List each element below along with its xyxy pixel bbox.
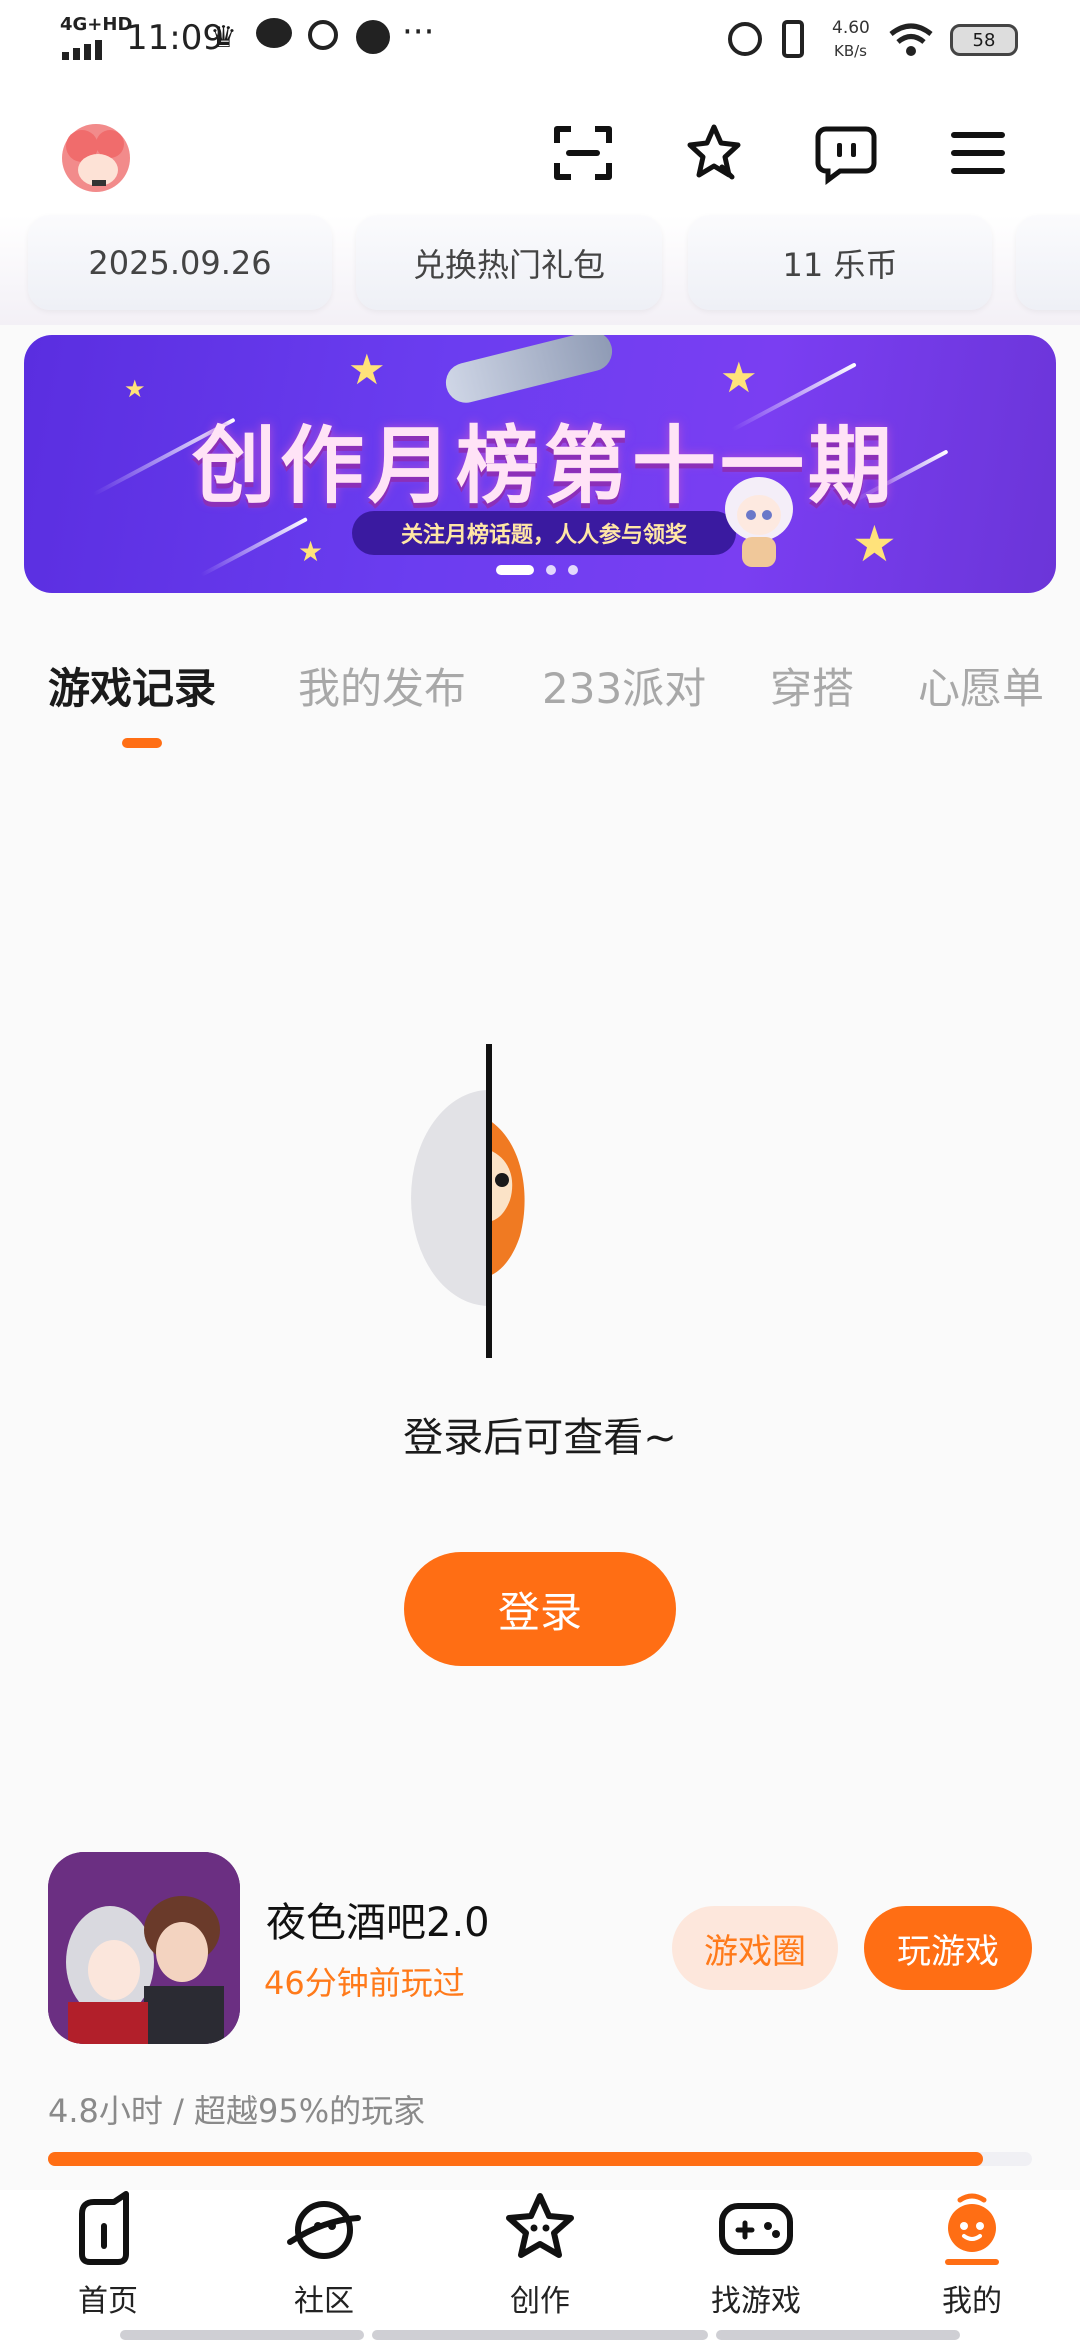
menu-button[interactable] xyxy=(938,113,1018,193)
compass-icon xyxy=(356,20,390,54)
nav-find-games-label: 找游戏 xyxy=(711,2284,801,2319)
meteor-decoration xyxy=(200,517,308,577)
tab-wishlist[interactable]: 心愿单 xyxy=(918,655,1044,716)
star-decoration: ★ xyxy=(852,515,897,573)
netease-icon xyxy=(308,20,338,50)
active-tab-indicator xyxy=(122,738,162,748)
play-stats: 4.8小时 / 超越95%的玩家 xyxy=(48,2092,426,2130)
nav-community-label: 社区 xyxy=(294,2284,354,2319)
tab-outfit[interactable]: 穿搭 xyxy=(770,655,854,716)
coins-card-label: 11 乐币 xyxy=(782,245,898,284)
carousel-dot-active[interactable] xyxy=(496,565,534,575)
battery-level: 58 xyxy=(972,29,996,51)
net-speed-value: 4.60 xyxy=(832,18,870,38)
gesture-bar-segment xyxy=(716,2330,960,2340)
bottom-nav: 首页 社区 创作 找游戏 我的 xyxy=(0,2190,1080,2340)
planet-icon xyxy=(287,2201,361,2259)
hamburger-icon xyxy=(951,132,1005,174)
favorites-button[interactable] xyxy=(674,113,754,193)
scan-button[interactable] xyxy=(543,113,623,193)
nav-create-label: 创作 xyxy=(510,2284,570,2319)
date-card[interactable]: 2025.09.26 xyxy=(28,215,332,310)
nav-profile[interactable]: 我的 xyxy=(882,2190,1062,2340)
status-bar: 4G+HD 11:09 ♛ ··· 4.60 KB/s 58 xyxy=(0,0,1080,80)
battery-icon: 58 xyxy=(950,24,1018,56)
alarm-icon xyxy=(728,22,762,56)
promo-banner[interactable]: ★ ★ ★ ★ ★ 创作月榜第十一期 关注月榜话题，人人参与领奖 xyxy=(24,335,1056,593)
avatar[interactable] xyxy=(52,118,144,200)
game-circle-button[interactable]: 游戏圈 xyxy=(672,1906,838,1990)
star-decoration: ★ xyxy=(720,353,758,402)
tab-my-posts[interactable]: 我的发布 xyxy=(298,655,466,716)
coins-card[interactable]: 11 乐币 xyxy=(688,215,992,310)
date-card-label: 2025.09.26 xyxy=(88,243,272,282)
chat-icon xyxy=(815,126,877,185)
play-progress-track xyxy=(48,2152,1032,2166)
star-decoration: ★ xyxy=(124,375,146,403)
star-decoration: ★ xyxy=(348,345,386,394)
wifi-icon xyxy=(889,23,933,56)
nav-profile-label: 我的 xyxy=(942,2284,1002,2319)
nav-create[interactable]: 创作 xyxy=(450,2190,630,2340)
quick-cards-row: 2025.09.26 兑换热门礼包 11 乐币 xyxy=(0,215,1080,325)
character-illustration xyxy=(714,465,804,575)
login-button[interactable]: 登录 xyxy=(404,1552,676,1666)
net-speed-unit: KB/s xyxy=(834,42,867,60)
star-icon xyxy=(687,124,741,180)
play-game-button[interactable]: 玩游戏 xyxy=(864,1906,1032,1990)
banner-subtitle: 关注月榜话题，人人参与领奖 xyxy=(352,511,736,555)
gift-pack-card-label: 兑换热门礼包 xyxy=(412,245,605,284)
last-played-text: 46分钟前玩过 xyxy=(264,1964,465,2002)
gamepad-icon xyxy=(719,2203,793,2255)
messages-button[interactable] xyxy=(806,113,886,193)
gesture-bar-segment xyxy=(120,2330,364,2340)
carousel-dot[interactable] xyxy=(568,565,578,575)
signal-icon xyxy=(62,40,112,60)
nav-community[interactable]: 社区 xyxy=(234,2190,414,2340)
gesture-bar-segment xyxy=(372,2330,708,2340)
tab-game-record[interactable]: 游戏记录 xyxy=(48,655,216,716)
peeking-mascot-illustration xyxy=(411,1044,525,1358)
game-thumbnail[interactable] xyxy=(48,1852,240,2044)
scan-icon xyxy=(554,126,612,180)
tab-233-party[interactable]: 233派对 xyxy=(542,655,706,716)
star-decoration: ★ xyxy=(298,535,324,568)
star-icon xyxy=(506,2193,574,2258)
game-title[interactable]: 夜色酒吧2.0 xyxy=(266,1890,490,1948)
network-indicator: 4G+HD xyxy=(60,14,133,35)
empty-state-message: 登录后可查看~ xyxy=(403,1415,677,1461)
more-icon: ··· xyxy=(402,12,435,52)
rocket-decoration xyxy=(441,335,617,407)
crown-icon: ♛ xyxy=(210,20,237,55)
nav-home-label: 首页 xyxy=(78,2284,138,2319)
play-progress-fill xyxy=(48,2152,983,2166)
profile-icon xyxy=(945,2193,999,2265)
more-card[interactable] xyxy=(1016,215,1080,310)
nav-find-games[interactable]: 找游戏 xyxy=(666,2190,846,2340)
carousel-dot[interactable] xyxy=(546,565,556,575)
home-icon xyxy=(79,2191,129,2265)
top-header xyxy=(0,80,1080,230)
message-icon xyxy=(256,18,292,48)
nav-home[interactable]: 首页 xyxy=(18,2190,198,2340)
vibrate-icon xyxy=(782,20,804,58)
gift-pack-card[interactable]: 兑换热门礼包 xyxy=(356,215,662,310)
